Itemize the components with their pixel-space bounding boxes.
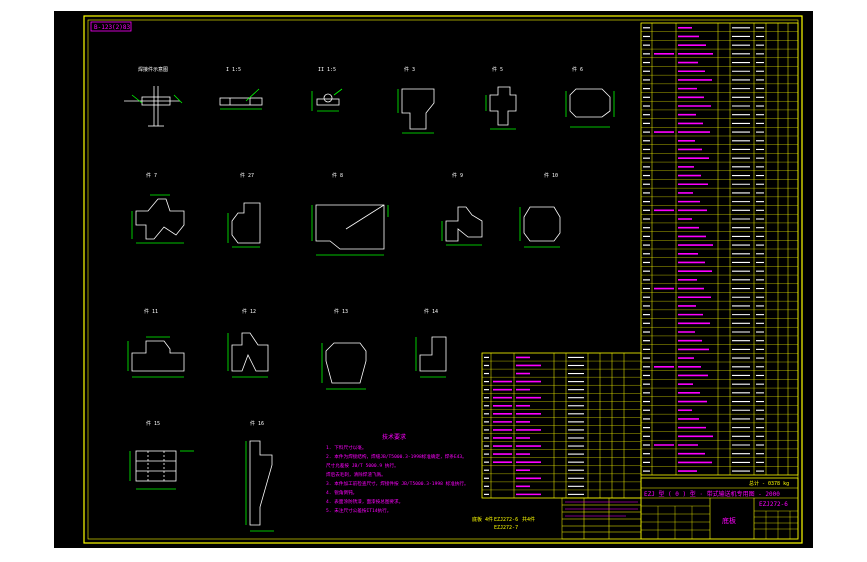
view-part-8 xyxy=(311,204,389,256)
view-label: I 1:5 xyxy=(226,67,241,73)
view-label: 件 5 xyxy=(492,66,503,73)
notes-title: 技术要求 xyxy=(382,433,406,441)
view-label: 件 11 xyxy=(144,308,158,315)
view-label: II 1:5 xyxy=(318,67,336,73)
view-part-16 xyxy=(245,440,274,532)
view-label: 件 15 xyxy=(146,420,160,427)
cad-drawing-viewport[interactable]: B-123(2)83 EZJ 型 ( 0 ) 型 · 带式输送机专用图 - 20… xyxy=(54,11,813,548)
view-section-II xyxy=(311,88,343,112)
view-part-13 xyxy=(321,342,367,390)
view-part-3 xyxy=(397,88,435,134)
ref-text-1: EZJ272-6 xyxy=(494,517,518,523)
view-label: 件 9 xyxy=(452,172,463,179)
cad-drawing-canvas[interactable]: B-123(2)83 EZJ 型 ( 0 ) 型 · 带式输送机专用图 - 20… xyxy=(54,11,813,548)
view-label: 件 10 xyxy=(544,172,558,179)
view-section-I xyxy=(219,88,263,110)
view-label: 件 6 xyxy=(572,66,583,73)
title-block: EZJ 型 ( 0 ) 型 · 带式输送机专用图 - 2000 EZJ272-6… xyxy=(640,477,799,540)
note-line: 尺寸允差按 JB/T 5000.9 执行。 xyxy=(326,462,399,469)
view-label: 件 14 xyxy=(424,308,438,315)
view-label: 件 13 xyxy=(334,308,348,315)
view-part-6 xyxy=(565,88,615,128)
view-part-10 xyxy=(519,206,561,248)
ref-text-3: 共4件 xyxy=(522,516,535,523)
view-part-12 xyxy=(227,332,269,378)
view-weld-schematic xyxy=(124,86,183,127)
drawing-number-tag: B-123(2)83 xyxy=(94,24,131,31)
view-label: 件 7 xyxy=(146,172,157,179)
ref-text-0: 底板 4件 xyxy=(472,516,493,523)
note-line: 5. 未注尺寸公差按IT14执行。 xyxy=(326,507,391,514)
view-part-5 xyxy=(485,86,517,130)
view-label: 件 8 xyxy=(332,172,343,179)
view-part-14 xyxy=(415,336,447,378)
title-mass: 总计 - 0378 kg xyxy=(749,480,789,487)
view-part-7 xyxy=(131,194,185,244)
bom-table-left xyxy=(481,352,642,499)
title-part-name: 底板 xyxy=(722,516,736,525)
view-label: 件 3 xyxy=(404,66,415,73)
note-line: 4. 表面涂防锈漆，面漆按总图要求。 xyxy=(326,498,403,505)
note-line: 1. 下料尺寸以毫。 xyxy=(326,444,366,451)
note-line: 2. 本件为焊接结构，焊缝JB/T5000.3-1998标准确定，焊条E43。 xyxy=(326,453,467,460)
revision-block xyxy=(561,497,642,540)
note-line: 3. 本件加工前检查尺寸，焊接件按 JB/T5000.3-1998 标准执行。 xyxy=(326,480,469,487)
technical-notes: 技术要求 1. 下料尺寸以毫。 2. 本件为焊接结构，焊缝JB/T5000.3-1… xyxy=(326,433,469,514)
note-line: 4. 锐角倒钝。 xyxy=(326,489,357,496)
view-part-15 xyxy=(129,450,194,490)
view-label: 焊接件示意图 xyxy=(138,66,168,73)
title-product: EZJ 型 ( 0 ) 型 · 带式输送机专用图 - 2000 xyxy=(644,490,780,498)
view-label: 件 16 xyxy=(250,420,264,427)
ref-text-2: EZJ272-7 xyxy=(494,525,518,531)
note-line: 焊后去毛刺，清除焊渣飞溅。 xyxy=(326,471,386,478)
view-label: 件 27 xyxy=(240,172,254,179)
bom-table-right xyxy=(640,22,799,476)
view-label: 件 12 xyxy=(242,308,256,315)
title-drawing-number: EZJ272-6 xyxy=(759,501,788,508)
view-part-11 xyxy=(127,336,185,378)
view-part-27 xyxy=(227,202,261,248)
view-part-9 xyxy=(441,206,483,246)
